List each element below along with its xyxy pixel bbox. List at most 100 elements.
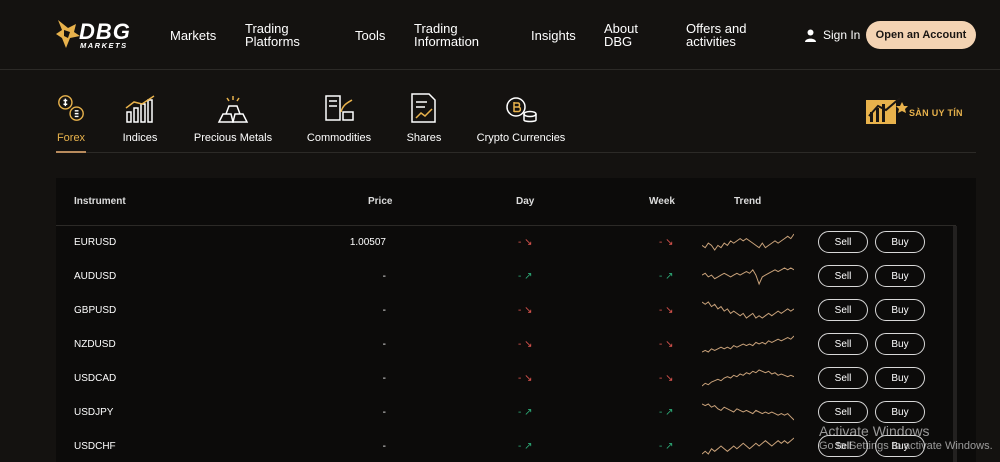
nav-offers-activities[interactable]: Offers and activities [686,22,758,48]
day-change: - ↘ [518,339,533,350]
trend-sparkline [702,267,794,286]
trusted-badge: SÀN UY TÍN [866,96,971,126]
week-change: - ↘ [659,373,674,384]
nav-trading-platforms[interactable]: Trading Platforms [245,22,307,48]
week-change: - ↘ [659,305,674,316]
day-change: - ↘ [518,373,533,384]
week-change: - ↗ [659,407,674,418]
trend-sparkline [702,403,794,421]
trend-line [702,301,794,319]
day-change: - ↘ [518,237,533,248]
tab-shares[interactable]: Shares [404,90,444,144]
instrument-name[interactable]: EURUSD [74,237,116,248]
price-value: - [382,271,386,282]
header-week: Week [649,196,675,207]
trend-line [702,369,794,387]
week-change: - ↗ [659,271,674,282]
buy-button[interactable]: Buy [875,367,925,389]
sell-button[interactable]: Sell [818,265,868,287]
tab-precious-metals-label: Precious Metals [193,132,273,144]
badge-text: SÀN UY TÍN [909,108,963,118]
price-value: - [382,339,386,350]
buy-button[interactable]: Buy [875,401,925,423]
table-row: EURUSD 1.00507 - ↘ - ↘ Sell Buy [56,226,956,260]
top-navigation: DBG MARKETS Markets Trading Platforms To… [0,0,1000,70]
sell-button[interactable]: Sell [818,401,868,423]
price-value: - [382,407,386,418]
user-icon [805,29,816,42]
sign-in-link[interactable]: Sign In [804,28,860,42]
buy-button[interactable]: Buy [875,231,925,253]
instrument-name[interactable]: AUDUSD [74,271,116,282]
header-day: Day [516,196,535,207]
day-change: - ↗ [518,407,533,418]
tab-commodities-label: Commodities [306,132,372,144]
table-row: AUDUSD - - ↗ - ↗ Sell Buy [56,260,956,294]
nav-trading-information[interactable]: Trading Information [414,22,486,48]
gold-bars-icon [193,90,273,124]
header-trend: Trend [734,196,762,207]
price-value: - [382,305,386,316]
activate-windows-watermark: Activate Windows Go to Settings to activ… [819,424,993,452]
trend-line [702,233,794,251]
sell-button[interactable]: Sell [818,333,868,355]
active-tab-indicator [56,151,86,153]
week-change: - ↘ [659,339,674,350]
week-change: - ↘ [659,237,674,248]
instrument-name[interactable]: USDCHF [74,441,116,452]
brand-sub: MARKETS [80,41,128,50]
activate-windows-subtitle: Go to Settings to activate Windows. [819,440,993,452]
sell-button[interactable]: Sell [818,299,868,321]
tab-crypto-currencies-label: Crypto Currencies [476,132,566,144]
category-divider [56,152,976,153]
instrument-name[interactable]: NZDUSD [74,339,116,350]
price-value: - [382,441,386,452]
tab-indices-label: Indices [122,132,158,144]
commodities-icon [306,90,372,124]
header-price: Price [368,196,393,207]
trend-sparkline [702,233,794,251]
buy-button[interactable]: Buy [875,299,925,321]
header-instrument: Instrument [74,196,126,207]
nav-insights[interactable]: Insights [531,29,576,42]
instrument-name[interactable]: GBPUSD [74,305,116,316]
tab-crypto-currencies[interactable]: Crypto Currencies [476,90,566,144]
table-row: NZDUSD - - ↘ - ↘ Sell Buy [56,328,956,362]
trend-sparkline [702,369,794,387]
tab-precious-metals[interactable]: Precious Metals [193,90,273,144]
chart-badge-icon [866,97,908,124]
dbg-logo-mark-icon [56,20,80,48]
table-row: USDCAD - - ↘ - ↘ Sell Buy [56,362,956,396]
tab-forex-label: Forex [56,132,86,144]
sell-button[interactable]: Sell [818,367,868,389]
day-change: - ↗ [518,441,533,452]
buy-button[interactable]: Buy [875,265,925,287]
nav-about-dbg[interactable]: About DBG [604,22,646,48]
price-value: 1.00507 [349,237,386,248]
tab-commodities[interactable]: Commodities [306,90,372,144]
nav-markets[interactable]: Markets [170,29,216,42]
trend-sparkline [702,335,794,353]
trend-line [702,267,794,286]
sign-in-label: Sign In [823,28,861,42]
day-change: - ↗ [518,271,533,282]
sell-button[interactable]: Sell [818,231,868,253]
shares-icon [404,90,444,124]
trend-sparkline [702,437,794,455]
tab-forex[interactable]: Forex [56,90,86,144]
crypto-icon [476,90,566,124]
trend-line [702,335,794,353]
tab-indices[interactable]: Indices [116,90,164,144]
activate-windows-title: Activate Windows [819,423,930,439]
trend-line [702,403,794,421]
buy-button[interactable]: Buy [875,333,925,355]
nav-tools[interactable]: Tools [355,29,385,42]
open-account-button[interactable]: Open an Account [866,21,976,49]
forex-icon [56,90,86,124]
instrument-name[interactable]: USDCAD [74,373,116,384]
dbg-logo[interactable]: DBG MARKETS [54,18,144,52]
trend-sparkline [702,301,794,319]
tab-shares-label: Shares [406,132,442,144]
indices-icon [116,90,164,124]
instrument-name[interactable]: USDJPY [74,407,113,418]
